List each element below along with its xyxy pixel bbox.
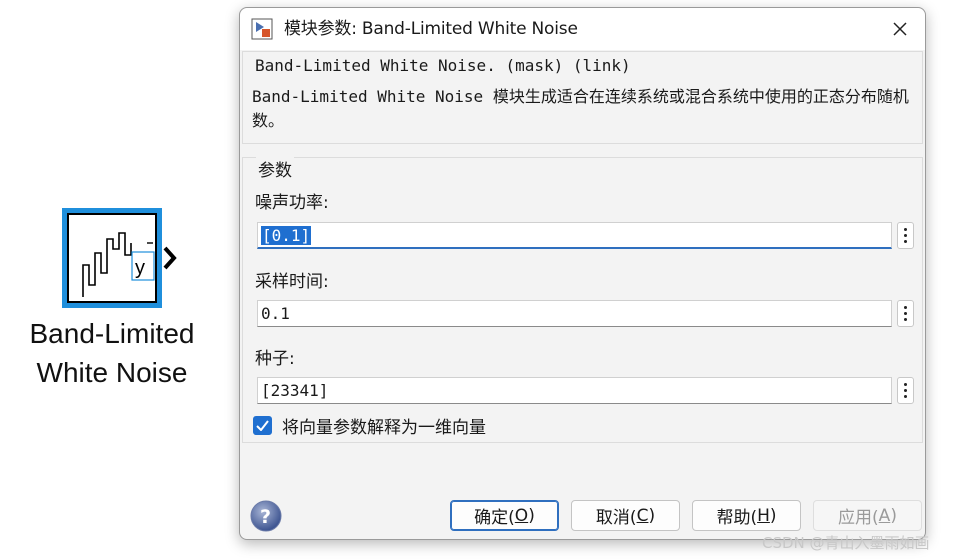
description-title: Band-Limited White Noise. (mask) (link): [255, 56, 631, 75]
sample-time-label: 采样时间:: [255, 272, 329, 292]
vector-params-1d-label: 将向量参数解释为一维向量: [282, 418, 486, 438]
dialog-title: 模块参数: Band-Limited White Noise: [284, 19, 578, 39]
checkmark-icon: [256, 420, 269, 431]
help-button-key: H: [757, 505, 770, 526]
simulink-app-icon: [251, 18, 273, 40]
noise-power-value: [0.1]: [261, 226, 312, 245]
noise-power-label: 噪声功率:: [255, 193, 329, 213]
help-button-text: 帮助(: [716, 508, 758, 528]
seed-more-button[interactable]: [897, 377, 914, 404]
apply-button-text: 应用(: [838, 508, 879, 528]
apply-button[interactable]: 应用(A): [813, 500, 922, 531]
cancel-button-end: ): [648, 505, 656, 526]
parameters-group-title: 参数: [256, 156, 294, 181]
apply-button-end: ): [890, 505, 897, 526]
block-name-label: Band-Limited White Noise: [14, 314, 210, 392]
band-limited-white-noise-block[interactable]: y: [62, 208, 162, 308]
ok-button-text: 确定(: [474, 508, 515, 528]
noise-signal-icon: y: [82, 232, 155, 297]
close-icon: [893, 22, 907, 36]
parameters-group: 参数 噪声功率: [0.1] 采样时间: 0.1 种子: [23341] 将向量…: [242, 156, 923, 443]
ok-button-end: ): [528, 505, 535, 526]
svg-text:?: ?: [260, 506, 271, 528]
sample-time-input[interactable]: 0.1: [257, 300, 892, 327]
cancel-button-text: 取消(: [595, 508, 637, 528]
vector-params-1d-row: 将向量参数解释为一维向量: [253, 413, 486, 438]
seed-input[interactable]: [23341]: [257, 377, 892, 404]
noise-power-input[interactable]: [0.1]: [257, 222, 892, 249]
cancel-button[interactable]: 取消(C): [571, 500, 680, 531]
block-face: y: [67, 213, 157, 303]
seed-label: 种子:: [255, 349, 295, 369]
watermark-text: CSDN @青山入墨雨如画: [762, 534, 930, 552]
output-port-icon[interactable]: [163, 246, 177, 270]
close-button[interactable]: [883, 14, 917, 44]
help-button[interactable]: 帮助(H): [692, 500, 801, 531]
vector-params-1d-checkbox[interactable]: [253, 416, 272, 435]
description-group: Band-Limited White Noise. (mask) (link) …: [242, 51, 923, 144]
noise-power-more-button[interactable]: [897, 222, 914, 249]
description-text: Band-Limited White Noise 模块生成适合在连续系统或混合系…: [252, 87, 909, 130]
block-parameters-dialog: 模块参数: Band-Limited White Noise Band-Limi…: [239, 7, 926, 540]
block-name-line1: Band-Limited: [29, 318, 195, 349]
ok-button-key: O: [514, 505, 529, 526]
help-button-end: ): [769, 505, 777, 526]
block-name-line2: White Noise: [36, 357, 188, 388]
block-icon-label: y: [135, 257, 145, 279]
sample-time-more-button[interactable]: [897, 300, 914, 327]
apply-button-key: A: [878, 505, 891, 526]
dialog-titlebar[interactable]: 模块参数: Band-Limited White Noise: [240, 8, 925, 50]
ok-button[interactable]: 确定(O): [450, 500, 559, 531]
cancel-button-key: C: [636, 505, 649, 526]
help-icon[interactable]: ?: [250, 500, 282, 532]
